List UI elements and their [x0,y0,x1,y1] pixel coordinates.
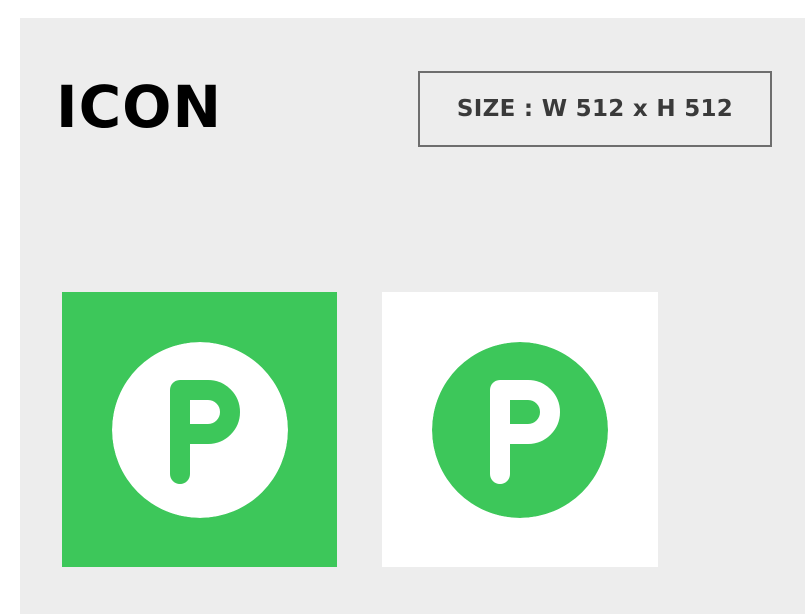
page-title: ICON [56,73,222,141]
parking-icon [432,341,608,518]
icon-tile-white [382,292,658,567]
parking-icon [111,341,288,518]
icon-spec-sheet: ICON SIZE : W 512 x H 512 [20,18,805,614]
icon-tile-green [62,292,337,567]
size-label-box: SIZE : W 512 x H 512 [418,71,772,147]
size-label: SIZE : W 512 x H 512 [456,96,734,122]
